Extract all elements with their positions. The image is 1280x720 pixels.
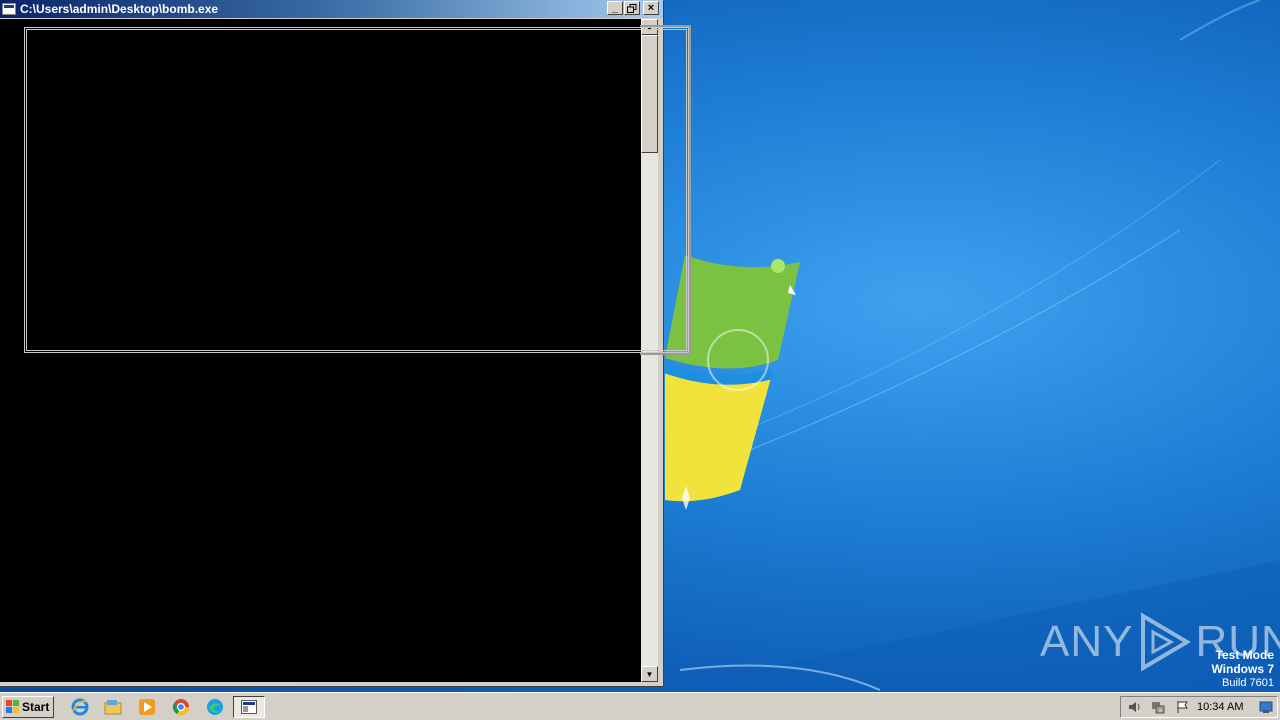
action-center-flag-icon[interactable] bbox=[1175, 700, 1189, 714]
console-icon[interactable] bbox=[2, 3, 16, 15]
clock[interactable]: 10:34 AM bbox=[1197, 701, 1243, 713]
restore-button[interactable] bbox=[624, 1, 640, 15]
selection-rectangle-edge bbox=[640, 25, 691, 355]
title-bar[interactable]: C:\Users\admin\Desktop\bomb.exe _ × bbox=[0, 0, 663, 18]
console-task-button[interactable] bbox=[233, 696, 265, 718]
close-button[interactable]: × bbox=[643, 1, 659, 15]
network-icon[interactable] bbox=[1151, 700, 1165, 714]
show-desktop-icon[interactable] bbox=[1259, 700, 1273, 714]
test-mode-line: Test Mode bbox=[1215, 648, 1274, 662]
chrome-icon[interactable] bbox=[171, 697, 191, 717]
watermark-left-text: ANY bbox=[1040, 617, 1134, 666]
os-version-line: Windows 7 bbox=[1211, 662, 1274, 676]
build-line: Build 7601 bbox=[1222, 677, 1274, 689]
minimize-button[interactable]: _ bbox=[607, 1, 623, 15]
system-tray: 10:34 AM bbox=[1120, 696, 1278, 718]
taskbar: Start 10:34 AM bbox=[0, 692, 1280, 720]
file-explorer-icon[interactable] bbox=[103, 697, 123, 717]
restore-icon bbox=[627, 3, 637, 13]
console-task-icon bbox=[241, 700, 257, 714]
internet-explorer-icon[interactable] bbox=[70, 697, 90, 717]
test-mode-notice: Test Mode Windows 7 Build 7601 bbox=[1211, 648, 1274, 690]
volume-icon[interactable] bbox=[1127, 700, 1141, 714]
scroll-down-button[interactable]: ▼ bbox=[641, 666, 658, 682]
window-title: C:\Users\admin\Desktop\bomb.exe bbox=[20, 2, 219, 16]
edge-icon[interactable] bbox=[205, 697, 225, 717]
selection-rectangle bbox=[24, 27, 689, 353]
start-button[interactable]: Start bbox=[2, 696, 54, 718]
windows-flag-icon bbox=[6, 700, 19, 713]
media-player-icon[interactable] bbox=[137, 697, 157, 717]
start-label: Start bbox=[22, 700, 50, 714]
play-icon bbox=[1141, 612, 1192, 672]
